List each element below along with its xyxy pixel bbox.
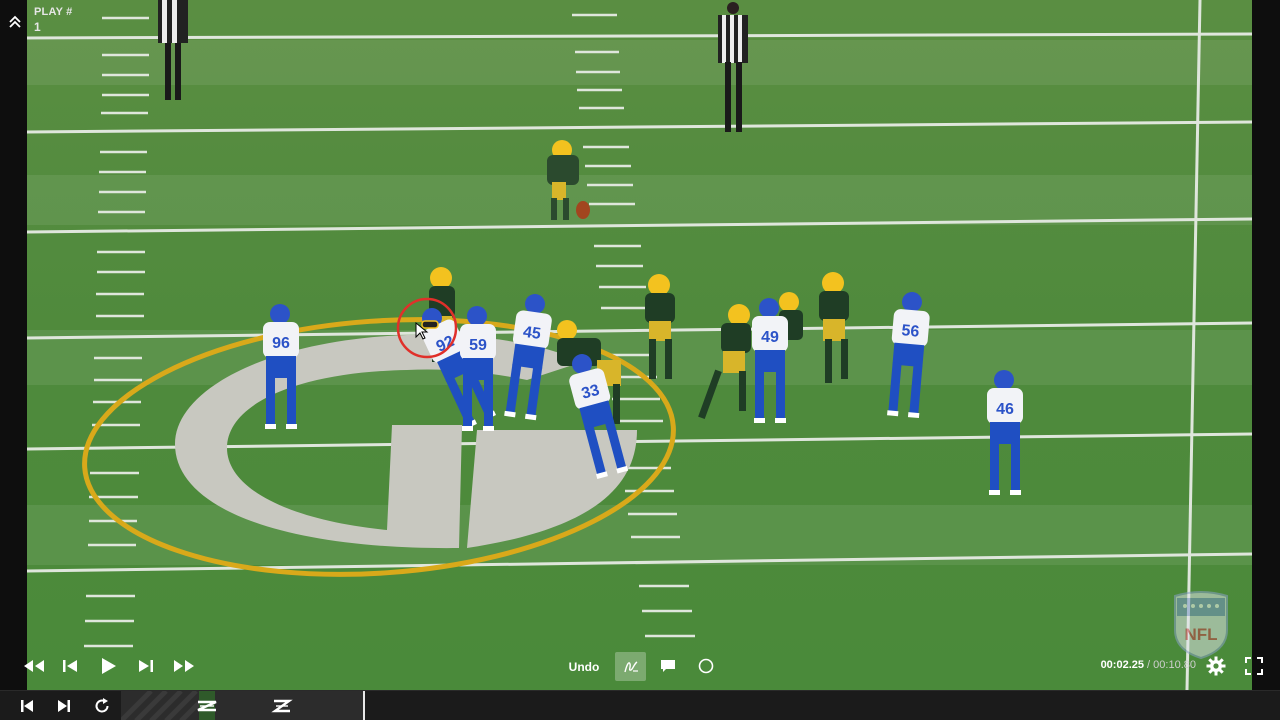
chevron-double-up-icon [9,15,21,28]
skip-to-end-icon [58,700,70,712]
video-frame[interactable]: 96 92 59453349 5646 NFL [27,0,1252,690]
jersey-number: 59 [469,337,487,354]
collapse-panel-button[interactable] [6,10,24,32]
play-icon [102,658,116,674]
time-separator: / [1144,659,1154,671]
hudl-logo-icon [271,699,293,713]
video-player[interactable]: 96 92 59 45 33 49 56 46 NFL PLAY # 1 Undo [0,0,1280,720]
rewind-icon [24,660,44,672]
time-display: 00:02.25 / 00:10.80 [1078,659,1196,671]
fast-forward-icon [174,660,194,672]
clip-thumbnail-1[interactable] [191,691,223,720]
skip-to-end-button[interactable] [46,691,82,720]
step-forward-button[interactable] [134,655,158,677]
bottom-toolbar [0,690,1280,720]
jersey-number: 56 [901,322,920,340]
jersey-number: 46 [996,401,1014,418]
play-number: 1 [34,20,41,34]
current-time: 00:02.25 [1100,659,1144,671]
total-time: 00:10.80 [1153,659,1196,671]
nfl-watermark: NFL [1174,591,1228,660]
fullscreen-icon [1245,657,1263,675]
rewind-button[interactable] [20,655,48,677]
settings-button[interactable] [1204,655,1228,677]
annotation-cursor-ring [396,297,458,359]
thumbnail-stripes [121,691,363,720]
step-forward-icon [139,660,153,672]
step-back-icon [63,660,77,672]
left-letterbox [0,0,27,690]
fullscreen-button[interactable] [1242,655,1266,677]
step-back-button[interactable] [58,655,82,677]
jersey-number: 45 [522,324,542,343]
right-letterbox [1252,0,1280,690]
fast-forward-button[interactable] [170,655,198,677]
replay-button[interactable] [84,691,120,720]
play-button[interactable] [96,655,120,677]
hudl-logo-icon [197,700,217,712]
skip-to-start-icon [21,700,33,712]
clip-thumbnail-strip[interactable] [121,691,365,720]
jersey-number: 96 [272,335,290,352]
comment-button[interactable] [656,655,680,677]
play-label: PLAY # [34,6,73,18]
freehand-draw-icon [623,660,638,672]
skip-to-start-button[interactable] [9,691,45,720]
freehand-draw-button[interactable] [615,652,646,681]
gear-icon [1206,656,1226,676]
jersey-number: 49 [761,329,779,346]
clip-thumbnail-2[interactable] [266,691,298,720]
replay-icon [95,698,109,713]
comment-icon [661,660,675,672]
nfl-watermark-text: NFL [1184,625,1217,644]
undo-button[interactable]: Undo [562,658,606,676]
circle-tool-icon [698,658,714,674]
circle-tool-button[interactable] [694,655,718,677]
